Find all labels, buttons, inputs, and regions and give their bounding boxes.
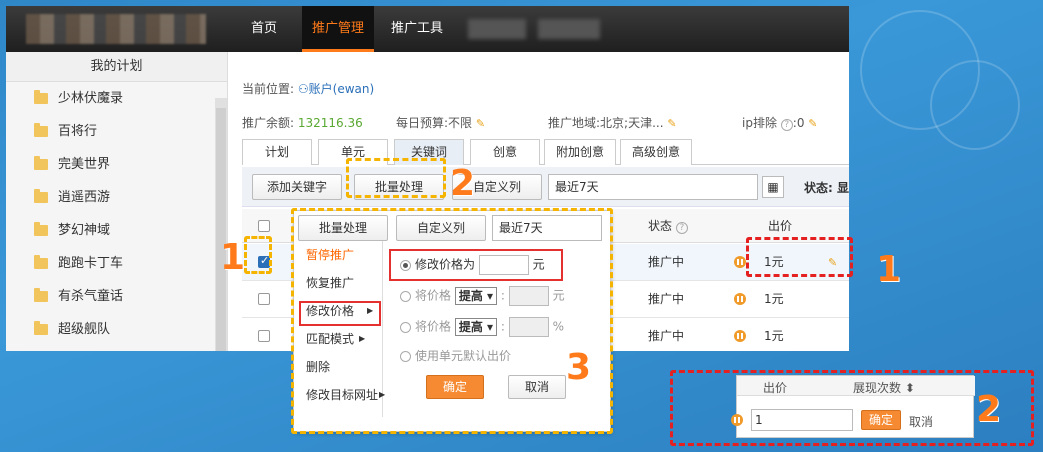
pencil-icon[interactable]: ✎: [476, 117, 487, 130]
sidebar-item-label: 逍遥西游: [58, 190, 111, 205]
annotation-number-2: 2: [976, 389, 1002, 430]
annotation-set-price-highlight: [389, 249, 563, 281]
folder-icon: [34, 189, 48, 203]
col-header-status: 状态 ?: [648, 209, 688, 243]
annotation-number-1: 1: [876, 249, 902, 290]
background-circle: [930, 60, 1020, 150]
tab-extra-creative[interactable]: 附加创意: [544, 139, 616, 165]
sidebar: 我的计划 少林伏魔录 百将行 完美世界 逍遥西游 梦幻神域 跑跑卡丁车 有杀气童…: [6, 52, 228, 351]
row-status: 推广中: [648, 329, 685, 343]
nav-promotion-management[interactable]: 推广管理: [302, 6, 374, 52]
sidebar-item-plan[interactable]: 少林伏魔录: [6, 82, 227, 115]
row-status: 推广中: [648, 255, 685, 269]
nav-item-blurred[interactable]: [468, 19, 526, 39]
sidebar-item-label: 跑跑卡丁车: [58, 256, 124, 271]
sidebar-item-plan[interactable]: 逍遥西游: [6, 181, 227, 214]
select-all-checkbox[interactable]: [258, 220, 270, 232]
nav-item-blurred[interactable]: [538, 19, 600, 39]
sidebar-item-plan[interactable]: 完美世界: [6, 148, 227, 181]
sidebar-item-label: 超级舰队: [58, 322, 111, 337]
keyword-toolbar: 添加关键字 批量处理 自定义列 最近7天 ▦ 状态: 显: [242, 167, 849, 207]
sidebar-item-label: 有杀气童话: [58, 289, 124, 304]
pause-icon[interactable]: [734, 256, 746, 268]
user-icon: ⚇: [297, 82, 309, 96]
ip-exclude-label: ip排除: [742, 116, 777, 130]
folder-icon: [34, 156, 48, 170]
sidebar-item-plan[interactable]: 有杀气童话: [6, 280, 227, 313]
breadcrumb-account-link[interactable]: 账户(ewan): [309, 82, 375, 96]
sidebar-title: 我的计划: [6, 52, 227, 82]
pencil-icon[interactable]: ✎: [808, 117, 819, 130]
sidebar-item-label: 梦幻神域: [58, 223, 111, 238]
annotation-checkbox-highlight: [244, 236, 272, 274]
help-icon[interactable]: ?: [780, 119, 793, 131]
region-info: 推广地域:北京;天津... ✎: [548, 114, 678, 131]
pause-icon[interactable]: [734, 330, 746, 342]
budget-label: 每日预算:: [396, 116, 449, 130]
folder-icon: [34, 321, 48, 335]
row-checkbox[interactable]: [258, 293, 270, 305]
status-filter-label: 状态:: [804, 181, 833, 195]
breadcrumb-label: 当前位置:: [242, 82, 295, 96]
region-label: 推广地域:: [548, 116, 601, 130]
balance-label: 推广余额:: [242, 116, 295, 130]
tab-advanced-creative[interactable]: 高级创意: [620, 139, 692, 165]
folder-icon: [34, 90, 48, 104]
sidebar-item-label: 少林伏魔录: [58, 91, 124, 106]
status-filter: 状态: 显: [804, 179, 849, 196]
pause-icon[interactable]: [734, 293, 746, 305]
annotation-batch-button-highlight: [346, 158, 446, 198]
row-bid: 1元: [764, 292, 784, 306]
ip-exclude-info: ip排除 ?:0 ✎: [742, 114, 819, 131]
nav-home[interactable]: 首页: [236, 6, 292, 52]
date-range-select[interactable]: 最近7天: [548, 174, 758, 200]
sidebar-item-plan[interactable]: 超级舰队: [6, 313, 227, 346]
budget-value: 不限: [448, 116, 473, 130]
help-icon[interactable]: ?: [675, 222, 688, 234]
annotation-number-1: 1: [220, 237, 246, 278]
breadcrumb: 当前位置: ⚇账户(ewan): [242, 80, 374, 97]
logo-blurred: [26, 14, 206, 44]
grid-icon[interactable]: ▦: [762, 176, 784, 198]
status-filter-value[interactable]: 显: [837, 181, 849, 195]
balance-value: 132116.36: [297, 116, 363, 130]
tab-plan[interactable]: 计划: [242, 139, 312, 165]
folder-icon: [34, 123, 48, 137]
nav-promotion-tools[interactable]: 推广工具: [382, 6, 452, 52]
scrollbar-thumb[interactable]: [216, 108, 226, 351]
annotation-number-2: 2: [450, 163, 476, 204]
folder-icon: [34, 222, 48, 236]
top-nav-bar: 首页 推广管理 推广工具: [6, 6, 849, 52]
sidebar-item-plan[interactable]: 百将行: [6, 115, 227, 148]
annotation-bid-cell-highlight: [746, 237, 853, 277]
sidebar-item-plan[interactable]: 跑跑卡丁车: [6, 247, 227, 280]
balance-info: 推广余额: 132116.36: [242, 114, 363, 131]
sidebar-scrollbar[interactable]: [215, 98, 227, 351]
tab-bar: 计划 单元 关键词 创意 附加创意 高级创意: [242, 139, 849, 165]
budget-info: 每日预算:不限 ✎: [396, 114, 487, 131]
annotation-modify-price-highlight: [299, 301, 381, 326]
folder-icon: [34, 255, 48, 269]
pencil-icon[interactable]: ✎: [667, 117, 678, 130]
sidebar-item-plan[interactable]: 梦幻神域: [6, 214, 227, 247]
annotation-number-3: 3: [566, 347, 592, 388]
ip-exclude-value: :0: [792, 116, 805, 130]
col-header-status-label: 状态: [648, 219, 673, 233]
row-bid: 1元: [764, 329, 784, 343]
tab-creative[interactable]: 创意: [470, 139, 540, 165]
row-checkbox[interactable]: [258, 330, 270, 342]
row-status: 推广中: [648, 292, 685, 306]
region-value: 北京;天津...: [600, 116, 664, 130]
add-keyword-button[interactable]: 添加关键字: [252, 174, 342, 200]
sidebar-item-label: 完美世界: [58, 157, 111, 172]
folder-icon: [34, 288, 48, 302]
sidebar-item-label: 百将行: [58, 124, 98, 139]
